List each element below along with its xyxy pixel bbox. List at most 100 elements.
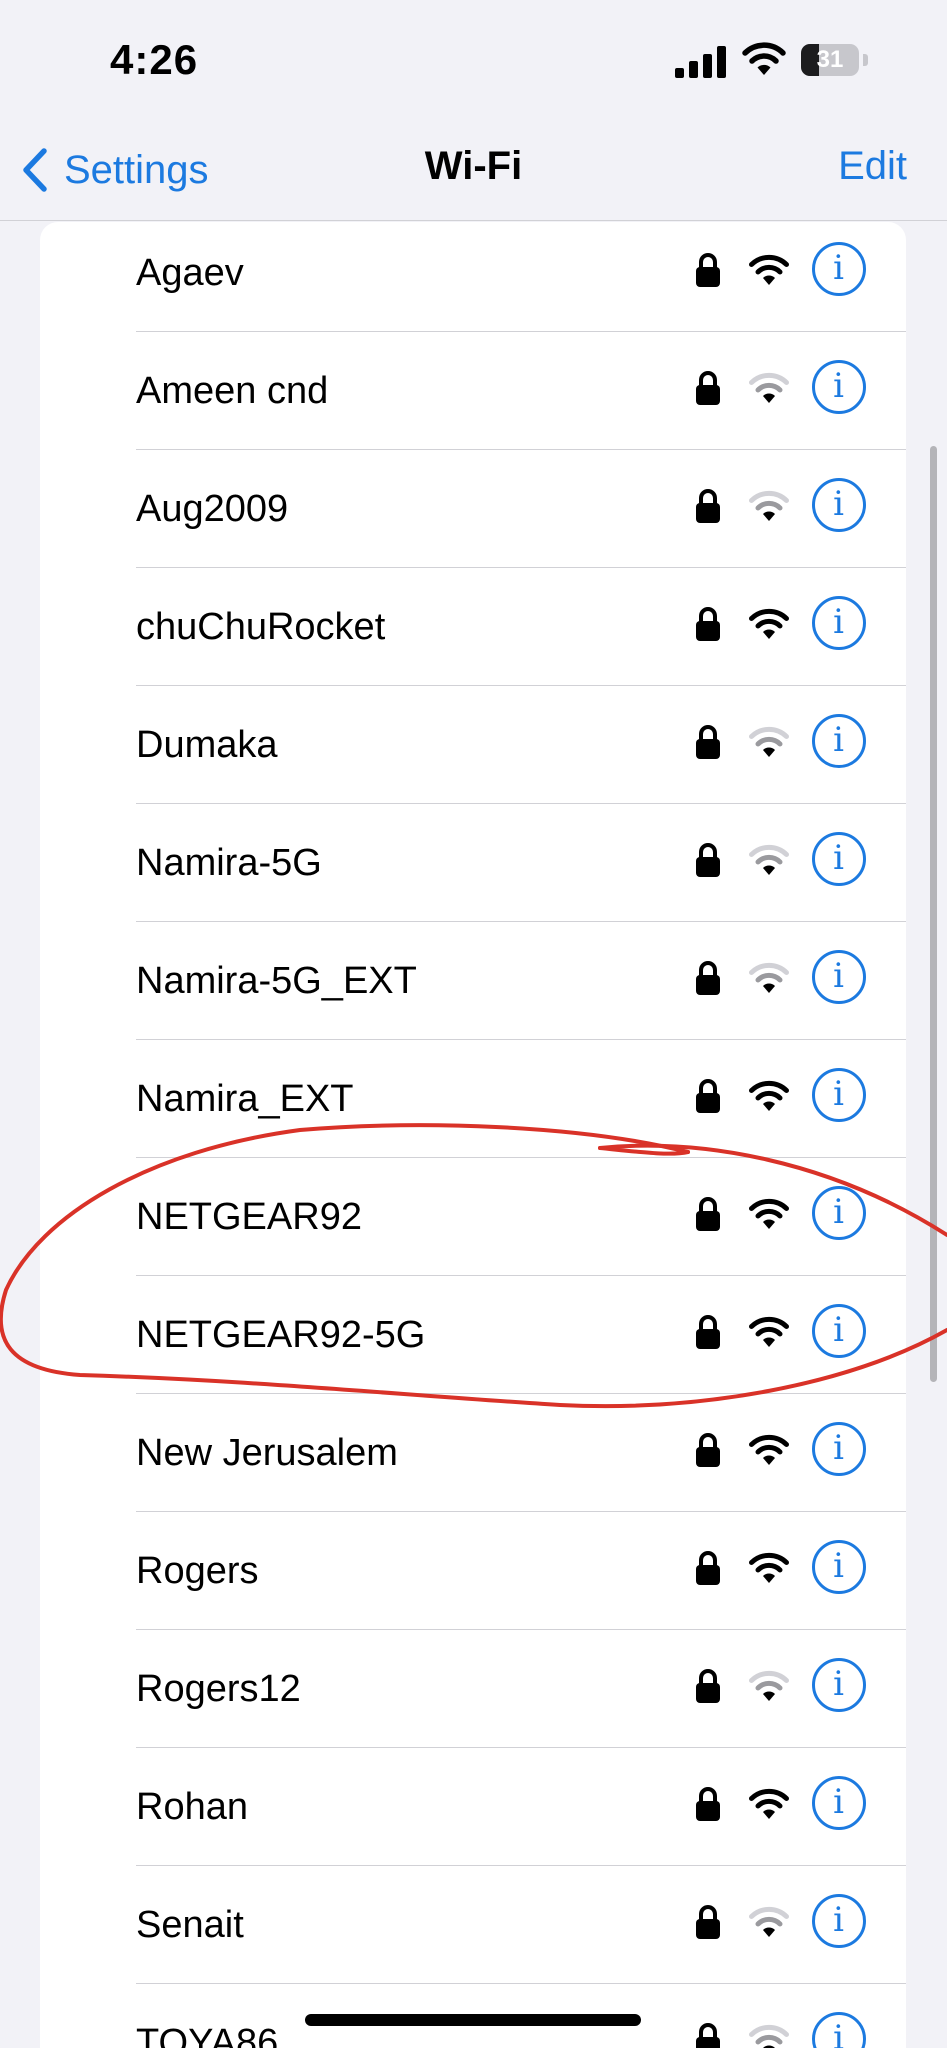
info-button[interactable]: i: [812, 1304, 866, 1358]
status-bar: 4:26 31: [0, 0, 947, 120]
network-name: Namira-5G_EXT: [136, 960, 417, 1002]
network-row[interactable]: Aug2009 i: [40, 450, 906, 568]
wifi-signal-icon: [749, 372, 789, 403]
info-button[interactable]: i: [812, 950, 866, 1004]
wifi-signal-icon: [749, 608, 789, 639]
wifi-signal-icon: [749, 844, 789, 875]
info-icon: i: [833, 2018, 844, 2048]
wifi-signal-icon: [749, 1316, 789, 1347]
network-row[interactable]: Ameen cnd i: [40, 332, 906, 450]
network-name: Rogers12: [136, 1668, 301, 1710]
info-button[interactable]: i: [812, 714, 866, 768]
scroll-indicator[interactable]: [930, 446, 937, 1382]
network-row[interactable]: Namira-5G i: [40, 804, 906, 922]
info-icon: i: [833, 1074, 844, 1114]
info-button[interactable]: i: [812, 2012, 866, 2048]
wifi-signal-icon: [749, 490, 789, 521]
wifi-signal-icon: [749, 2024, 789, 2048]
lock-icon: [696, 961, 720, 995]
wifi-signal-icon: [749, 1788, 789, 1819]
page-title: Wi-Fi: [424, 144, 523, 188]
network-name: Namira_EXT: [136, 1078, 354, 1120]
network-row[interactable]: NETGEAR92-5G i: [40, 1276, 906, 1394]
lock-icon: [696, 371, 720, 405]
info-icon: i: [833, 838, 844, 878]
network-row[interactable]: Rohan i: [40, 1748, 906, 1866]
lock-icon: [696, 725, 720, 759]
info-button[interactable]: i: [812, 1894, 866, 1948]
wifi-signal-icon: [749, 1670, 789, 1701]
network-row[interactable]: Agaev i: [40, 222, 906, 332]
lock-icon: [696, 253, 720, 287]
lock-icon: [696, 843, 720, 877]
info-icon: i: [833, 1310, 844, 1350]
network-name: Agaev: [136, 252, 244, 294]
cellular-signal-icon: [675, 46, 726, 78]
network-row[interactable]: Dumaka i: [40, 686, 906, 804]
info-icon: i: [833, 602, 844, 642]
info-button[interactable]: i: [812, 1068, 866, 1122]
network-name: Rohan: [136, 1786, 248, 1828]
lock-icon: [696, 1787, 720, 1821]
lock-icon: [696, 1079, 720, 1113]
network-name: Ameen cnd: [136, 370, 329, 412]
lock-icon: [696, 607, 720, 641]
network-name: NETGEAR92: [136, 1196, 362, 1238]
network-row[interactable]: Namira-5G_EXT i: [40, 922, 906, 1040]
info-button[interactable]: i: [812, 1422, 866, 1476]
network-row[interactable]: New Jerusalem i: [40, 1394, 906, 1512]
info-button[interactable]: i: [812, 1658, 866, 1712]
info-button[interactable]: i: [812, 1540, 866, 1594]
status-time: 4:26: [110, 36, 199, 83]
info-button[interactable]: i: [812, 596, 866, 650]
info-icon: i: [833, 1546, 844, 1586]
wifi-icon: [742, 42, 786, 75]
network-row[interactable]: Rogers12 i: [40, 1630, 906, 1748]
network-name: Dumaka: [136, 724, 278, 766]
info-button[interactable]: i: [812, 242, 866, 296]
info-icon: i: [833, 248, 844, 288]
status-icons: 31: [675, 42, 885, 82]
lock-icon: [696, 489, 720, 523]
network-row[interactable]: Namira_EXT i: [40, 1040, 906, 1158]
info-icon: i: [833, 1782, 844, 1822]
network-row[interactable]: chuChuRocket i: [40, 568, 906, 686]
network-row[interactable]: Senait i: [40, 1866, 906, 1984]
info-button[interactable]: i: [812, 360, 866, 414]
network-name: New Jerusalem: [136, 1432, 398, 1474]
lock-icon: [696, 1433, 720, 1467]
battery-icon: 31: [801, 44, 873, 80]
edit-button[interactable]: Edit: [838, 144, 907, 189]
wifi-signal-icon: [749, 1198, 789, 1229]
network-row[interactable]: Rogers i: [40, 1512, 906, 1630]
info-button[interactable]: i: [812, 1186, 866, 1240]
network-name: Rogers: [136, 1550, 259, 1592]
network-name: TOYA86: [136, 2022, 279, 2048]
wifi-signal-icon: [749, 726, 789, 757]
wifi-signal-icon: [749, 254, 789, 285]
network-name: Aug2009: [136, 488, 289, 530]
lock-icon: [696, 1551, 720, 1585]
info-icon: i: [833, 1428, 844, 1468]
network-name: Namira-5G: [136, 842, 322, 884]
battery-level: 31: [816, 46, 844, 73]
wifi-signal-icon: [749, 1434, 789, 1465]
lock-icon: [696, 1315, 720, 1349]
info-button[interactable]: i: [812, 832, 866, 886]
network-row[interactable]: NETGEAR92 i: [40, 1158, 906, 1276]
info-icon: i: [833, 366, 844, 406]
info-icon: i: [833, 484, 844, 524]
home-indicator: [305, 2014, 641, 2026]
wifi-signal-icon: [749, 1080, 789, 1111]
info-icon: i: [833, 956, 844, 996]
network-name: NETGEAR92-5G: [136, 1314, 426, 1356]
lock-icon: [696, 1905, 720, 1939]
info-icon: i: [833, 1900, 844, 1940]
network-list: Agaev i Ameen cnd i Aug2009 i chuChuRocket i Dum…: [40, 222, 906, 2048]
lock-icon: [696, 1197, 720, 1231]
info-icon: i: [833, 1664, 844, 1704]
info-button[interactable]: i: [812, 1776, 866, 1830]
info-icon: i: [833, 720, 844, 760]
info-button[interactable]: i: [812, 478, 866, 532]
network-name: chuChuRocket: [136, 606, 386, 648]
